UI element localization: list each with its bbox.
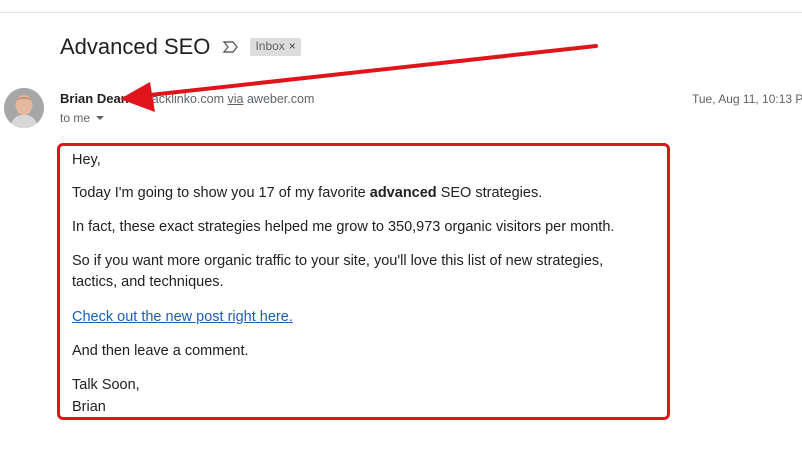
subject-row: Advanced SEO Inbox × [60,34,301,60]
intro-text-after: SEO strategies. [436,185,543,201]
recipient-row[interactable]: to me [60,111,105,125]
header-divider [0,12,802,13]
body-greeting: Hey, [72,152,101,168]
sender-row: Brian Dean @backlinko.com via aweber.com [60,91,314,106]
body-intro: Today I'm going to show you 17 of my fav… [72,183,542,204]
body-signoff: Talk Soon, [72,377,140,393]
body-signature: Brian [72,399,106,415]
post-link[interactable]: Check out the new post right here. [72,307,293,328]
sender-name[interactable]: Brian Dean [60,91,129,106]
inbox-label-text: Inbox [255,39,285,53]
avatar-photo [4,88,44,128]
sender-address: @backlinko.com [132,92,225,106]
body-comment: And then leave a comment. [72,343,249,359]
inbox-label-chip[interactable]: Inbox × [250,38,301,56]
body-pitch: So if you want more organic traffic to y… [72,253,604,290]
via-domain: aweber.com [246,92,315,106]
email-date: Tue, Aug 11, 10:13 PM [692,92,802,106]
email-subject: Advanced SEO [60,34,211,59]
importance-marker-icon[interactable] [222,40,240,54]
avatar[interactable] [4,88,44,128]
via-link[interactable]: via [228,92,244,106]
intro-bold-word: advanced [369,185,437,201]
intro-text-before: Today I'm going to show you 17 of my fav… [72,185,370,201]
chip-close-icon[interactable]: × [289,39,296,54]
body-fact: In fact, these exact strategies helped m… [72,219,615,235]
dropdown-caret-icon[interactable] [96,116,105,120]
recipient-text: to me [60,111,91,125]
